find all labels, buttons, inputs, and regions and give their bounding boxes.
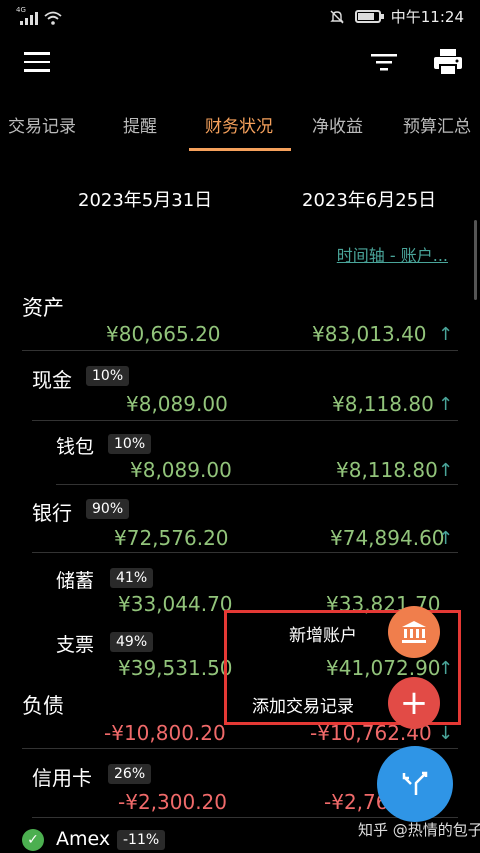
percent-badge: 10% [86,366,130,386]
row-label-amex[interactable]: Amex [56,828,110,850]
percent-badge: 26% [108,764,152,784]
assets-value-left: ¥80,665.20 [106,322,221,346]
date-column-right[interactable]: 2023年6月25日 [302,186,436,212]
app-bar [0,34,480,90]
cash-value-left: ¥8,089.00 [126,392,228,416]
tab-net-income[interactable]: 净收益 [312,112,363,137]
divider [56,484,458,485]
up-arrow-icon: ↑ [438,394,454,415]
tab-financial-status[interactable]: 财务状况 [205,112,273,137]
row-label-wallet[interactable]: 钱包 [56,432,94,459]
bank-value-left: ¥72,576.20 [114,526,229,550]
wallet-value-right: ¥8,118.80 [336,458,438,482]
percent-badge: 49% [110,632,154,652]
checkmark-icon: ✓ [22,829,44,851]
row-label-bank[interactable]: 银行 [32,497,72,526]
tab-reminders[interactable]: 提醒 [123,112,157,137]
print-icon[interactable] [433,48,463,76]
up-arrow-icon: ↑ [438,460,454,481]
credit-value-left: -¥2,300.20 [118,790,228,814]
cash-value-right: ¥8,118.80 [332,392,434,416]
percent-badge: 10% [108,434,152,454]
status-left: 4G [16,6,62,25]
up-arrow-icon: ↑ [438,324,454,345]
row-label-credit-card[interactable]: 信用卡 [32,762,92,791]
row-label-checks[interactable]: 支票 [56,630,94,657]
mute-bell-icon [330,10,344,23]
timeline-link[interactable]: 时间轴 - 账户... [337,242,448,266]
status-right: 中午11:24 [329,6,464,27]
date-column-left[interactable]: 2023年5月31日 [78,186,212,212]
percent-badge: 41% [110,568,154,588]
wifi-icon [44,11,62,25]
tab-bar: 交易记录 提醒 财务状况 净收益 预算汇总 [0,100,480,152]
fab-label-add-transaction[interactable]: 添加交易记录 [252,692,354,717]
fab-main-button[interactable] [377,746,453,822]
scrollbar[interactable] [474,220,477,300]
checks-value-left: ¥39,531.50 [118,656,233,680]
assets-value-right: ¥83,013.40 [312,322,427,346]
watermark: 知乎 @热情的包子 [358,821,480,839]
bank-icon [402,621,426,643]
liabilities-value-left: -¥10,800.20 [104,721,226,745]
network-type: 4G [16,6,26,14]
row-label-assets[interactable]: 资产 [22,292,64,322]
divider [32,552,458,553]
fab-label-new-account[interactable]: 新增账户 [289,621,357,646]
battery-icon [354,10,384,23]
new-account-button[interactable] [388,606,440,658]
plus-icon: + [399,683,429,723]
bank-value-right: ¥74,894.60 [330,526,445,550]
row-label-liabilities[interactable]: 负债 [22,690,64,720]
tab-budget-summary[interactable]: 预算汇总 [403,112,471,137]
up-arrow-icon: ↑ [438,528,454,549]
percent-badge: -11% [117,830,166,850]
menu-icon[interactable] [24,52,50,72]
tab-transactions[interactable]: 交易记录 [8,112,76,137]
divider [32,817,458,818]
savings-value-left: ¥33,044.70 [118,592,233,616]
active-tab-indicator [189,148,291,151]
wallet-value-left: ¥8,089.00 [130,458,232,482]
clock: 中午11:24 [390,8,464,26]
swap-arrows-icon [402,771,428,795]
percent-badge: 90% [86,499,130,519]
row-label-savings[interactable]: 储蓄 [56,566,94,593]
row-label-cash[interactable]: 现金 [32,364,72,393]
add-transaction-button[interactable]: + [388,677,440,729]
down-arrow-icon: ↓ [438,723,454,744]
divider [32,420,458,421]
divider [22,748,458,749]
status-bar: 4G 中午11:24 [0,0,480,34]
divider [22,350,458,351]
filter-icon[interactable] [371,52,397,72]
